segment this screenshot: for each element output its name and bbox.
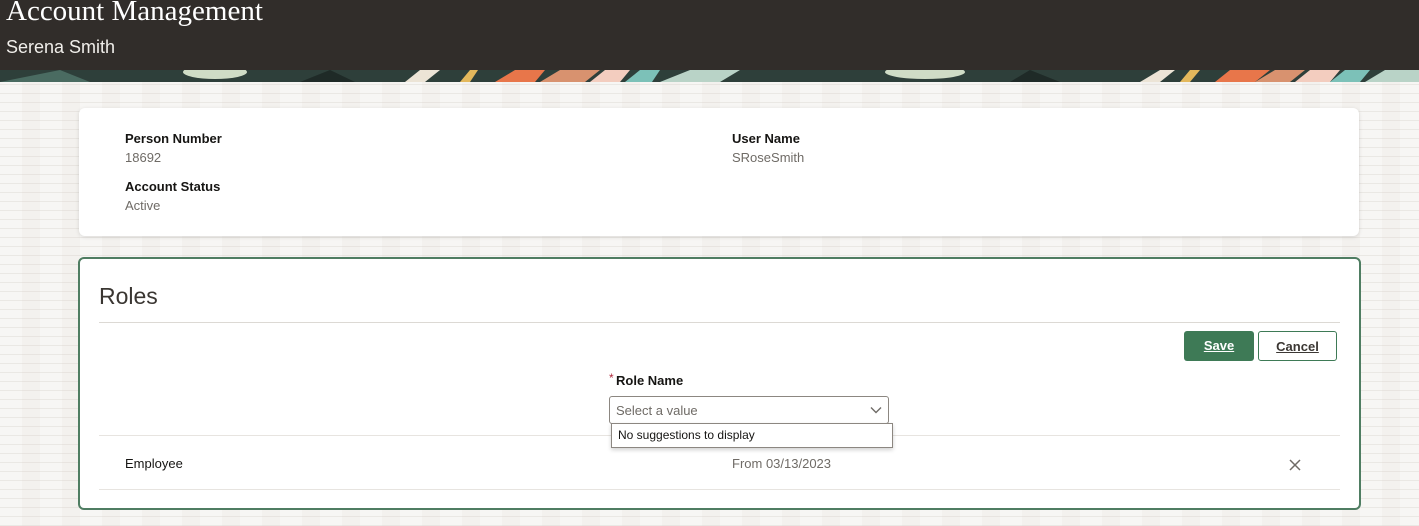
save-button[interactable]: Save (1184, 331, 1254, 361)
user-name-value: SRoseSmith (732, 150, 805, 165)
person-number-value: 18692 (125, 150, 162, 165)
role-name-placeholder: Select a value (616, 403, 698, 418)
person-name: Serena Smith (6, 37, 116, 57)
role-row-name: Employee (125, 456, 183, 471)
close-icon[interactable] (1288, 458, 1302, 472)
cancel-button[interactable]: Cancel (1258, 331, 1337, 361)
user-name-label: User Name (732, 131, 800, 146)
roles-heading: Roles (99, 283, 158, 309)
row-divider-bottom (99, 489, 1340, 490)
decorative-banner (0, 70, 1419, 82)
account-info-card: Person Number 18692 User Name SRoseSmith… (79, 108, 1359, 236)
person-number-label: Person Number (125, 131, 222, 146)
page-header: Account Management Serena Smith (0, 0, 1419, 70)
suggestions-dropdown: No suggestions to display (611, 423, 893, 448)
role-row-date: From 03/13/2023 (732, 456, 832, 471)
roles-card: Roles Save Cancel * Role Name Select a v… (78, 257, 1361, 510)
required-indicator: * (609, 371, 614, 385)
account-status-label: Account Status (125, 179, 221, 194)
banner-pattern (0, 70, 1419, 82)
page-title: Account Management (6, 0, 263, 27)
chevron-down-icon[interactable] (870, 405, 882, 415)
role-name-label: Role Name (616, 373, 684, 388)
roles-divider (99, 322, 1340, 323)
role-name-select[interactable]: Select a value (609, 396, 889, 424)
account-status-value: Active (125, 198, 161, 213)
